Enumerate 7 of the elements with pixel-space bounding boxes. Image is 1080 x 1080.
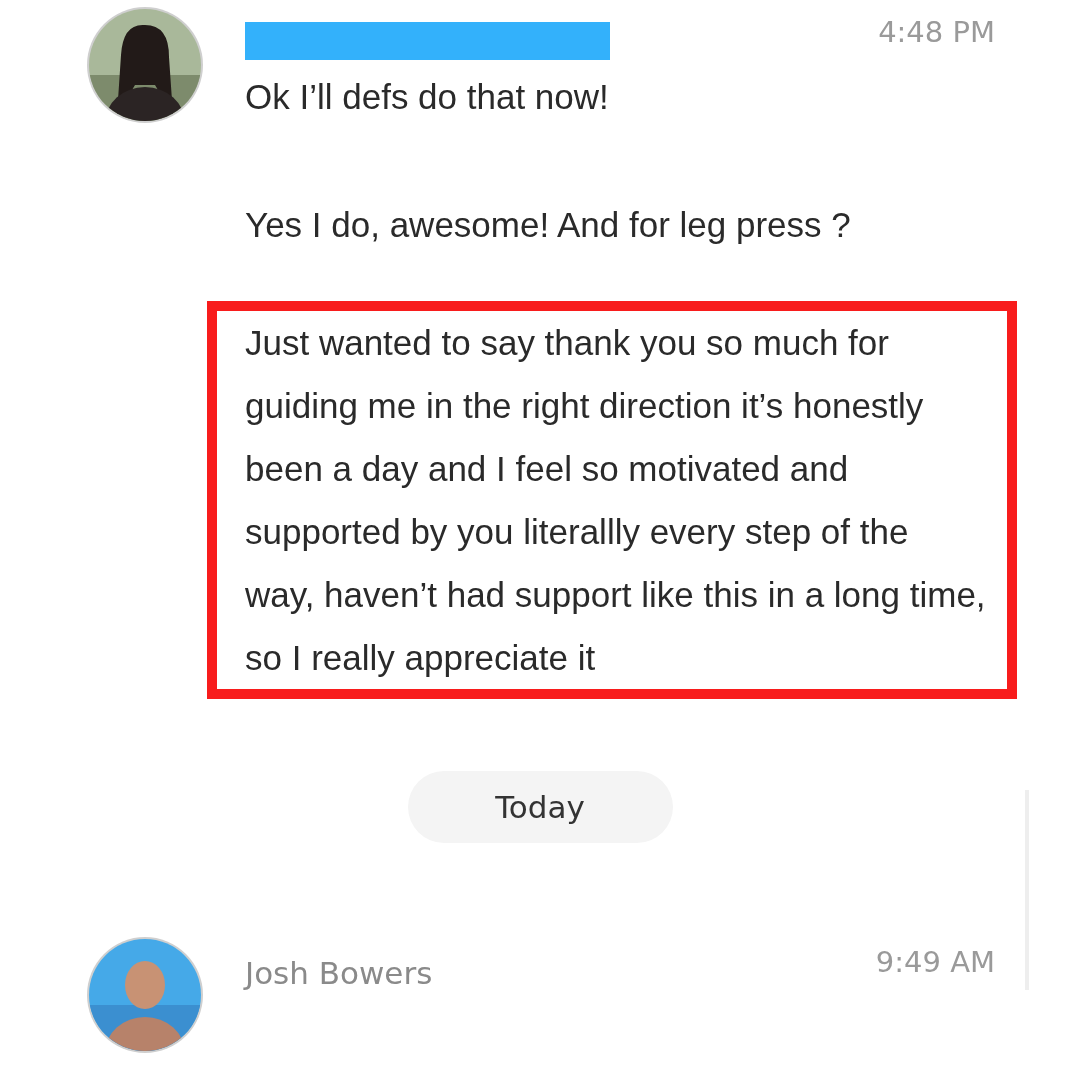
date-divider: Today [407, 771, 673, 843]
message-text: Yes I do, awesome! And for leg press ? [245, 204, 852, 246]
message-text: Just wanted to say thank you so much for guiding me in the right direction it’s honestly been a day and I feel so motivated and supported by you literallly every step of the way, haven’t had support like this in a long time, so I really appreciate it [245, 322, 987, 679]
message-time: 9:49 AM [875, 945, 995, 979]
message-text: Ok I’ll defs do that now! [245, 76, 610, 118]
message-time: 4:48 PM [878, 15, 995, 49]
sender-name: Josh Bowers [245, 955, 433, 991]
